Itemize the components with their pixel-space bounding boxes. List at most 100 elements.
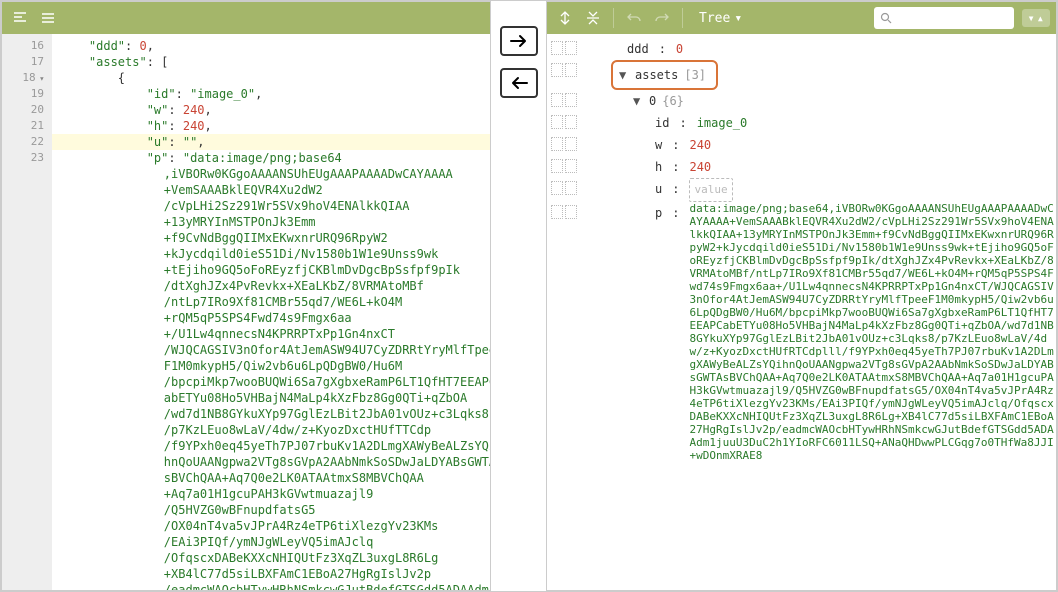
- code-editor-panel: 1617181920212223 "ddd": 0, "assets": [ {…: [1, 1, 491, 591]
- tree-value-placeholder[interactable]: value: [689, 178, 732, 202]
- search-box[interactable]: [874, 7, 1014, 29]
- tree-value[interactable]: 240: [689, 134, 711, 156]
- code-line[interactable]: +VemSAAABklEQVR4Xu2dW2: [52, 182, 490, 198]
- drag-handles[interactable]: [551, 134, 577, 151]
- code-line[interactable]: +Aq7a01H1gcuPAH3kGVwtmuazajl9: [52, 486, 490, 502]
- view-mode-dropdown[interactable]: Tree ▾: [691, 7, 750, 30]
- code-line[interactable]: sBVChQAA+Aq7Q0e2LK0ATAAtmxS8MBVChQAA: [52, 470, 490, 486]
- format-icon[interactable]: [8, 6, 32, 30]
- tree-row[interactable]: u:value: [547, 178, 1056, 202]
- code-line[interactable]: "h": 240,: [52, 118, 490, 134]
- tree-content: ▼ assets [3]: [585, 60, 718, 90]
- code-line[interactable]: "p": "data:image/png;base64: [52, 150, 490, 166]
- drag-handles[interactable]: [551, 178, 577, 195]
- code-line[interactable]: /wd7d1NB8GYkuXYp97GglEzLBit2JbA01vOUz+c3…: [52, 406, 490, 422]
- tree-content: ▼0 {6}: [585, 90, 684, 112]
- code-line[interactable]: +tEjiho9GQ5oFoREyzfjCKBlmDvDgcBpSsfpf9pI…: [52, 262, 490, 278]
- tree-view[interactable]: ddd:0▼assets [3]▼0 {6}id:image_0w:240h:2…: [547, 34, 1056, 590]
- code-line[interactable]: /eadmcWAOcbHTywHRhNSmkcwGJutBdefGTSGdd5A…: [52, 582, 490, 590]
- tree-key: p: [655, 202, 662, 224]
- drag-handles[interactable]: [551, 38, 577, 55]
- expand-caret[interactable]: ▼: [633, 90, 643, 112]
- line-number: 17: [2, 54, 44, 70]
- tree-value[interactable]: 240: [689, 156, 711, 178]
- line-number: 22: [2, 134, 44, 150]
- filter-toggle[interactable]: ▾ ▴: [1022, 9, 1050, 27]
- triangle-down-icon: ▾: [1028, 11, 1035, 25]
- line-number: 21: [2, 118, 44, 134]
- tree-row[interactable]: p:data:image/png;base64,iVBORw0KGgoAAAAN…: [547, 202, 1056, 462]
- code-line[interactable]: +f9CvNdBggQIIMxEKwxnrURQ96RpyW2: [52, 230, 490, 246]
- tree-row[interactable]: ddd:0: [547, 38, 1056, 60]
- code-line[interactable]: ,iVBORw0KGgoAAAANSUhEUgAAAPAAAADwCAYAAAA: [52, 166, 490, 182]
- code-line[interactable]: /f9YPxh0eq45yeTh7PJ07rbuKv1A2DLmgXAWyBeA…: [52, 438, 490, 454]
- tree-key: id: [655, 112, 669, 134]
- selected-node[interactable]: ▼ assets [3]: [611, 60, 718, 90]
- drag-handles[interactable]: [551, 156, 577, 173]
- code-line[interactable]: +13yMRYInMSTPOnJk3Emm: [52, 214, 490, 230]
- line-number: 16: [2, 38, 44, 54]
- tree-content: h:240: [585, 156, 711, 178]
- tree-value[interactable]: image_0: [697, 112, 748, 134]
- code-line[interactable]: /cVpLHi2Sz291Wr5SVx9hoV4ENAlkkQIAA: [52, 198, 490, 214]
- tree-row[interactable]: w:240: [547, 134, 1056, 156]
- code-line[interactable]: /bpcpiMkp7wooBUQWi6Sa7gXgbxeRamP6LT1QfHT…: [52, 374, 490, 390]
- code-line[interactable]: +/U1Lw4qnnecsN4KPRRPTxPp1Gn4nxCT: [52, 326, 490, 342]
- search-input[interactable]: [896, 11, 996, 25]
- code-line[interactable]: /WJQCAGSIV3nOfor4AtJemASW94U7CyZDRRtYryM…: [52, 342, 490, 358]
- line-number: 20: [2, 102, 44, 118]
- code-line[interactable]: {: [52, 70, 490, 86]
- redo-icon[interactable]: [650, 6, 674, 30]
- drag-handles[interactable]: [551, 112, 577, 129]
- code-line[interactable]: /OX04nT4va5vJPrA4Rz4eTP6tiXlezgYv23KMs: [52, 518, 490, 534]
- code-line[interactable]: "w": 240,: [52, 102, 490, 118]
- line-number: 23: [2, 150, 44, 166]
- code-line[interactable]: +kJycdqild0ieS51Di/Nv1580b1W1e9Unss9wk: [52, 246, 490, 262]
- tree-row[interactable]: ▼0 {6}: [547, 90, 1056, 112]
- code-line[interactable]: hnQoUAANgpwa2VTg8sGVpA2AAbNmkSoSDwJaLDYA…: [52, 454, 490, 470]
- code-line[interactable]: /ntLp7IRo9Xf81CMBr55qd7/WE6L+kO4M: [52, 294, 490, 310]
- expand-all-icon[interactable]: [553, 6, 577, 30]
- left-toolbar: [2, 2, 490, 34]
- code-line[interactable]: /dtXghJZx4PvRevkx+XEaLKbZ/8VRMAtoMBf: [52, 278, 490, 294]
- search-icon: [880, 12, 892, 24]
- code-line[interactable]: /Q5HVZG0wBFnupdfatsG5: [52, 502, 490, 518]
- tree-key: assets: [635, 64, 678, 86]
- copy-right-button[interactable]: [500, 26, 538, 56]
- code-line[interactable]: F1M0mkypH5/Qiw2vb6u6LpQDgBW0/Hu6M: [52, 358, 490, 374]
- view-mode-label: Tree: [699, 11, 730, 26]
- tree-value[interactable]: data:image/png;base64,iVBORw0KGgoAAAANSU…: [689, 202, 1056, 462]
- tree-value[interactable]: 0: [676, 38, 683, 60]
- compact-icon[interactable]: [36, 6, 60, 30]
- drag-handles[interactable]: [551, 60, 577, 77]
- line-gutter: 1617181920212223: [2, 34, 52, 590]
- code-line[interactable]: "id": "image_0",: [52, 86, 490, 102]
- copy-left-button[interactable]: [500, 68, 538, 98]
- tree-meta: {6}: [662, 90, 684, 112]
- code-line[interactable]: "ddd": 0,: [52, 38, 490, 54]
- tree-meta: [3]: [684, 64, 706, 86]
- code-content[interactable]: "ddd": 0, "assets": [ { "id": "image_0",…: [52, 34, 490, 590]
- transfer-controls: [491, 1, 546, 591]
- tree-content: ddd:0: [585, 38, 683, 60]
- tree-row[interactable]: ▼ assets [3]: [547, 60, 1056, 90]
- code-line[interactable]: "assets": [: [52, 54, 490, 70]
- expand-caret[interactable]: ▼: [619, 64, 629, 86]
- tree-row[interactable]: id:image_0: [547, 112, 1056, 134]
- code-line[interactable]: /EAi3PIQf/ymNJgWLeyVQ5imAJclq: [52, 534, 490, 550]
- collapse-all-icon[interactable]: [581, 6, 605, 30]
- drag-handles[interactable]: [551, 202, 577, 219]
- tree-key: h: [655, 156, 662, 178]
- code-line[interactable]: +XB4lC77d5siLBXFAmC1EBoA27HgRgIslJv2p: [52, 566, 490, 582]
- code-line[interactable]: "u": "",: [52, 134, 490, 150]
- code-editor[interactable]: 1617181920212223 "ddd": 0, "assets": [ {…: [2, 34, 490, 590]
- code-line[interactable]: +rQM5qP5SPS4Fwd74s9Fmgx6aa: [52, 310, 490, 326]
- line-number: 18: [2, 70, 44, 86]
- tree-content: w:240: [585, 134, 711, 156]
- undo-icon[interactable]: [622, 6, 646, 30]
- code-line[interactable]: /p7KzLEuo8wLaV/4dw/z+KyozDxctHUfTTCdp: [52, 422, 490, 438]
- tree-row[interactable]: h:240: [547, 156, 1056, 178]
- code-line[interactable]: abETYu08Ho5VHBajN4MaLp4kXzFbz8Gg0QTi+qZb…: [52, 390, 490, 406]
- drag-handles[interactable]: [551, 90, 577, 107]
- code-line[interactable]: /OfqscxDABeKXXcNHIQUtFz3XqZL3uxgL8R6Lg: [52, 550, 490, 566]
